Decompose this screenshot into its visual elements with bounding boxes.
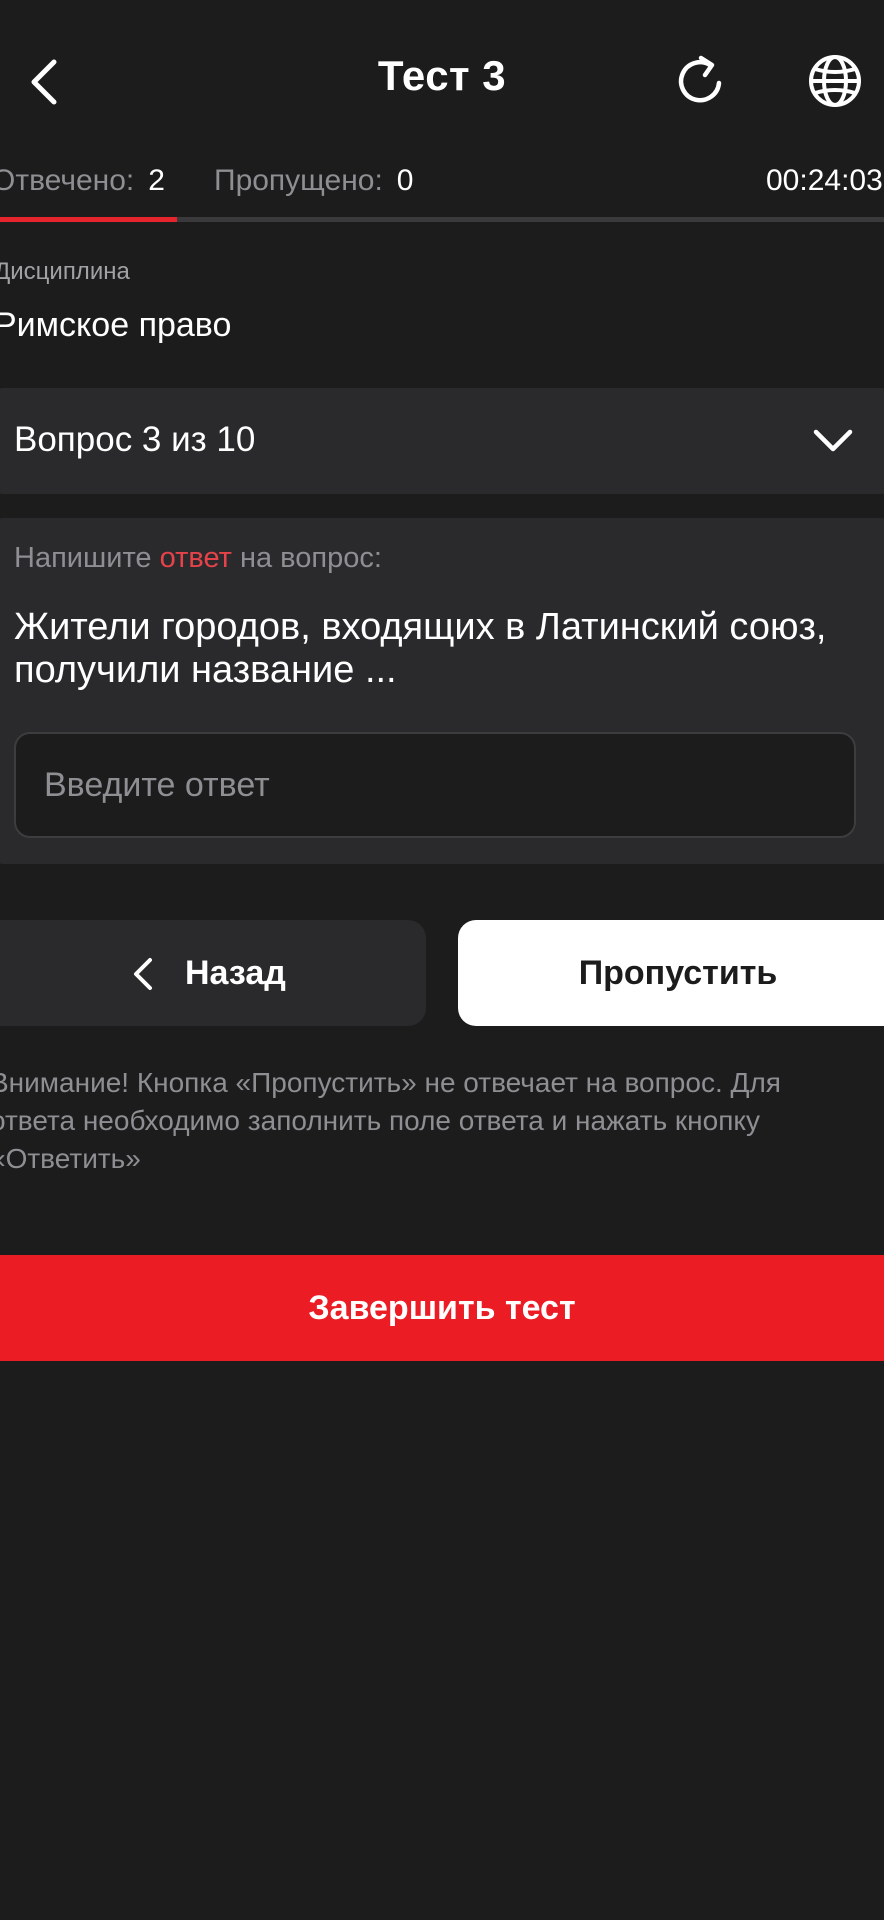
skipped-count: Пропущено: 0 <box>214 164 413 198</box>
finish-test-label: Завершить тест <box>308 1289 576 1327</box>
stats-bar: Отвечено: 2 Пропущено: 0 00:24:03 <box>0 160 884 202</box>
answered-value: 2 <box>148 164 165 197</box>
warning-text: Внимание! Кнопка «Пропустить» не отвечае… <box>0 1067 781 1174</box>
page-title: Тест 3 <box>377 52 507 99</box>
progress-bar <box>0 217 884 222</box>
question-text: Жители городов, входящих в Латинский сою… <box>14 606 827 691</box>
answered-label: Отвечено: <box>0 164 135 197</box>
question-card: Напишите ответ на вопрос: Жители городов… <box>0 518 884 864</box>
instruction-accent: ответ <box>159 542 232 574</box>
timer: 00:24:03 <box>766 164 883 197</box>
chevron-down-icon <box>813 429 853 452</box>
finish-test-button[interactable]: Завершить тест <box>0 1255 884 1361</box>
chevron-left-icon <box>134 958 152 990</box>
instruction-before: Напишите <box>14 542 160 574</box>
test-screen: Тест 3 Отвечено: 2 Пропущено: 0 00:24:03 Д… <box>0 0 884 1920</box>
back-button-label: Назад <box>185 954 286 992</box>
question-selector[interactable]: Вопрос 3 из 10 <box>0 388 884 494</box>
skipped-value: 0 <box>396 164 414 197</box>
globe-icon[interactable] <box>806 52 864 110</box>
skip-button-label: Пропустить <box>578 954 778 992</box>
question-selector-label: Вопрос 3 из 10 <box>14 420 256 459</box>
question-instruction: Напишите ответ на вопрос: <box>14 542 382 575</box>
discipline-value: Римское право <box>0 306 232 344</box>
skipped-label: Пропущено: <box>214 164 383 197</box>
header: Тест 3 <box>0 0 884 160</box>
back-button[interactable]: Назад <box>0 920 426 1026</box>
skip-button[interactable]: Пропустить <box>458 920 884 1026</box>
progress-fill <box>0 217 177 222</box>
answered-count: Отвечено: 2 <box>0 164 165 198</box>
answer-input[interactable] <box>14 732 856 838</box>
refresh-icon[interactable] <box>672 52 730 110</box>
instruction-after: на вопрос: <box>231 542 382 574</box>
discipline-label: Дисциплина <box>0 258 130 285</box>
